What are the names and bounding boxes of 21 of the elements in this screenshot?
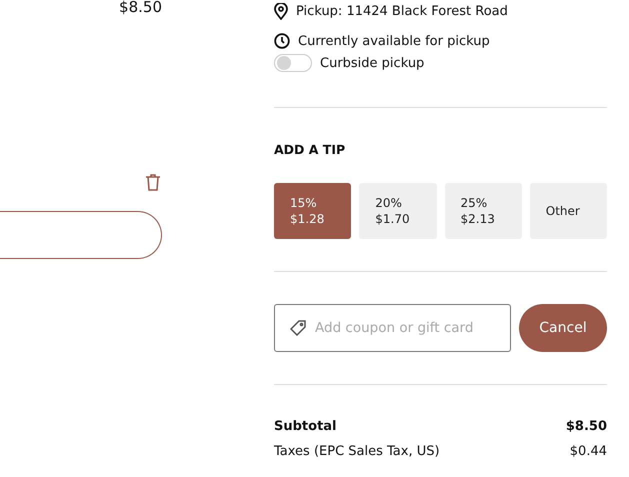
coupon-field[interactable]: Add coupon or gift card [274, 304, 511, 352]
trash-icon[interactable] [145, 173, 161, 191]
summary-value: $8.50 [566, 419, 607, 434]
tip-option[interactable]: 20% $1.70 [359, 183, 436, 239]
curbside-toggle[interactable] [274, 54, 312, 72]
summary-value: $0.44 [570, 444, 607, 459]
tag-icon [290, 320, 306, 336]
location-pin-icon [274, 2, 288, 20]
cancel-button[interactable]: Cancel [519, 304, 607, 352]
summary-label: Taxes (EPC Sales Tax, US) [274, 444, 440, 459]
item-price: $8.50 [119, 0, 162, 16]
tip-option[interactable]: 25% $2.13 [444, 183, 522, 239]
clock-icon [274, 33, 290, 49]
availability-text: Currently available for pickup [298, 34, 490, 48]
tip-option[interactable]: 15% $1.28 [274, 183, 352, 239]
pickup-address: Pickup: 11424 Black Forest Road [296, 4, 508, 18]
text-field[interactable] [0, 211, 162, 259]
curbside-label: Curbside pickup [320, 56, 424, 70]
tip-heading: ADD A TIP [274, 142, 346, 157]
summary-label: Subtotal [274, 419, 337, 434]
tip-option[interactable]: Other [530, 183, 607, 239]
